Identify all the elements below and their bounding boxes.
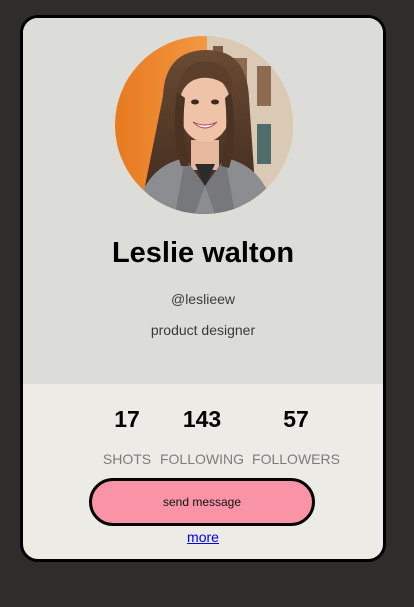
stat-following-value: 143 — [182, 406, 222, 432]
profile-handle: @leslieew — [170, 291, 235, 307]
stat-shots-value: 17 — [114, 406, 140, 432]
stat-followers-label: FOLLOWERS — [252, 451, 340, 467]
profile-card: Leslie walton @leslieew product designer… — [20, 15, 386, 562]
more-link[interactable]: more — [187, 529, 219, 545]
avatar — [115, 36, 293, 214]
send-message-button[interactable]: send message — [89, 478, 315, 526]
avatar-photo — [115, 36, 293, 214]
stat-following-label: FOLLOWING — [159, 451, 244, 467]
more-link-wrapper: more — [23, 529, 383, 545]
stat-followers-value: 57 — [283, 406, 309, 432]
profile-role: product designer — [150, 322, 256, 338]
stat-shots: 17 SHOTS — [97, 406, 157, 467]
stats-row: 17 SHOTS 143 FOLLOWING 57 FOLLOWERS — [97, 406, 347, 476]
stat-shots-label: SHOTS — [102, 451, 152, 467]
stat-following: 143 FOLLOWING — [159, 406, 245, 467]
stat-followers: 57 FOLLOWERS — [251, 406, 341, 467]
profile-name: Leslie walton — [111, 237, 295, 269]
